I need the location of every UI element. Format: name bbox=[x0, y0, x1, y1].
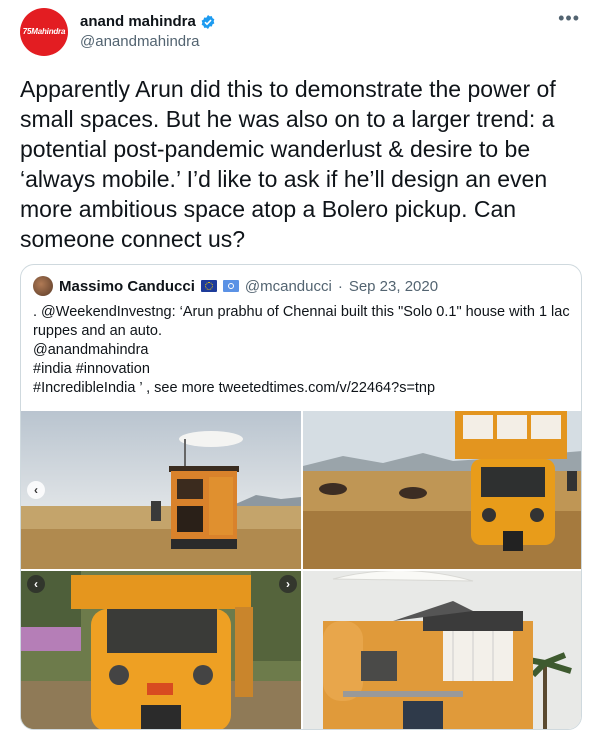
next-photo-button[interactable]: › bbox=[279, 575, 297, 593]
verified-badge-icon bbox=[201, 14, 215, 29]
quoted-tweet-header: Massimo Canducci @mcanducci · Sep 23, 20… bbox=[33, 276, 438, 296]
eu-flag-icon bbox=[200, 280, 217, 292]
author-name[interactable]: anand mahindra bbox=[80, 13, 196, 30]
prev-photo-button[interactable]: ‹ bbox=[27, 481, 45, 499]
photo-3[interactable]: ‹ › bbox=[21, 571, 301, 729]
quoted-tweet[interactable]: Massimo Canducci @mcanducci · Sep 23, 20… bbox=[20, 264, 582, 730]
photo-1[interactable]: ‹ bbox=[21, 411, 301, 569]
mahindra-logo: 75Mahindra bbox=[22, 27, 66, 36]
author-handle[interactable]: @anandmahindra bbox=[80, 33, 199, 50]
un-flag-icon bbox=[222, 280, 239, 292]
quoted-tweet-date[interactable]: Sep 23, 2020 bbox=[349, 278, 438, 295]
quoted-tweet-text: . @WeekendInvestng: ‘Arun prabhu of Chen… bbox=[33, 304, 570, 396]
separator-dot: · bbox=[337, 277, 343, 295]
author-avatar[interactable]: 75Mahindra bbox=[20, 8, 68, 56]
photo-2[interactable] bbox=[303, 411, 581, 569]
prev-photo-button-2[interactable]: ‹ bbox=[27, 575, 45, 593]
media-grid: ‹ ‹ › bbox=[21, 411, 581, 729]
photo-4[interactable] bbox=[303, 571, 581, 729]
quoted-author-handle[interactable]: @mcanducci bbox=[245, 278, 332, 295]
more-horizontal-icon[interactable]: ••• bbox=[558, 8, 580, 29]
tweet-text: Apparently Arun did this to demonstrate … bbox=[20, 76, 563, 252]
quoted-author-avatar[interactable] bbox=[33, 276, 53, 296]
quoted-author-name[interactable]: Massimo Canducci bbox=[59, 278, 195, 295]
author-name-row[interactable]: anand mahindra bbox=[80, 13, 216, 30]
